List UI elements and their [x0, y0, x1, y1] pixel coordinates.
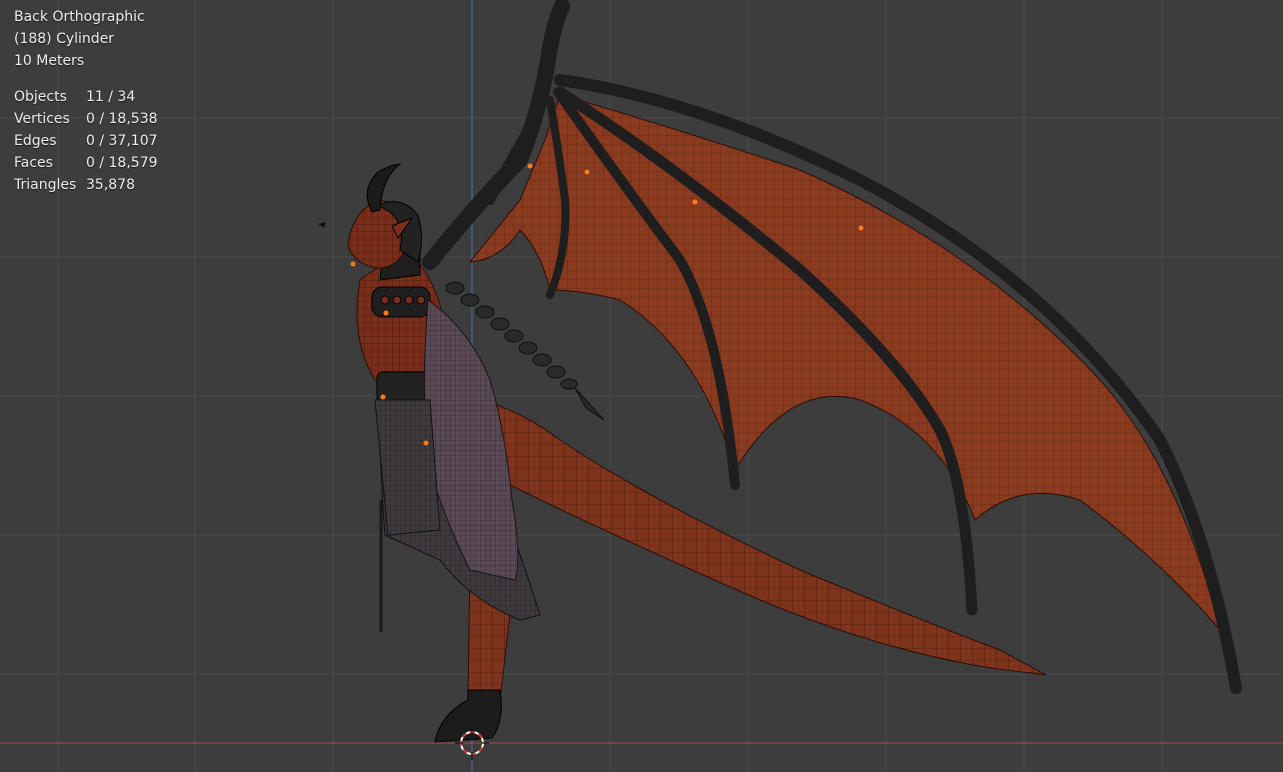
stray-object: [318, 222, 326, 228]
3d-viewport[interactable]: [0, 0, 1283, 772]
belt: [376, 371, 430, 405]
boot: [434, 689, 502, 743]
demon-model[interactable]: [318, 0, 1242, 743]
